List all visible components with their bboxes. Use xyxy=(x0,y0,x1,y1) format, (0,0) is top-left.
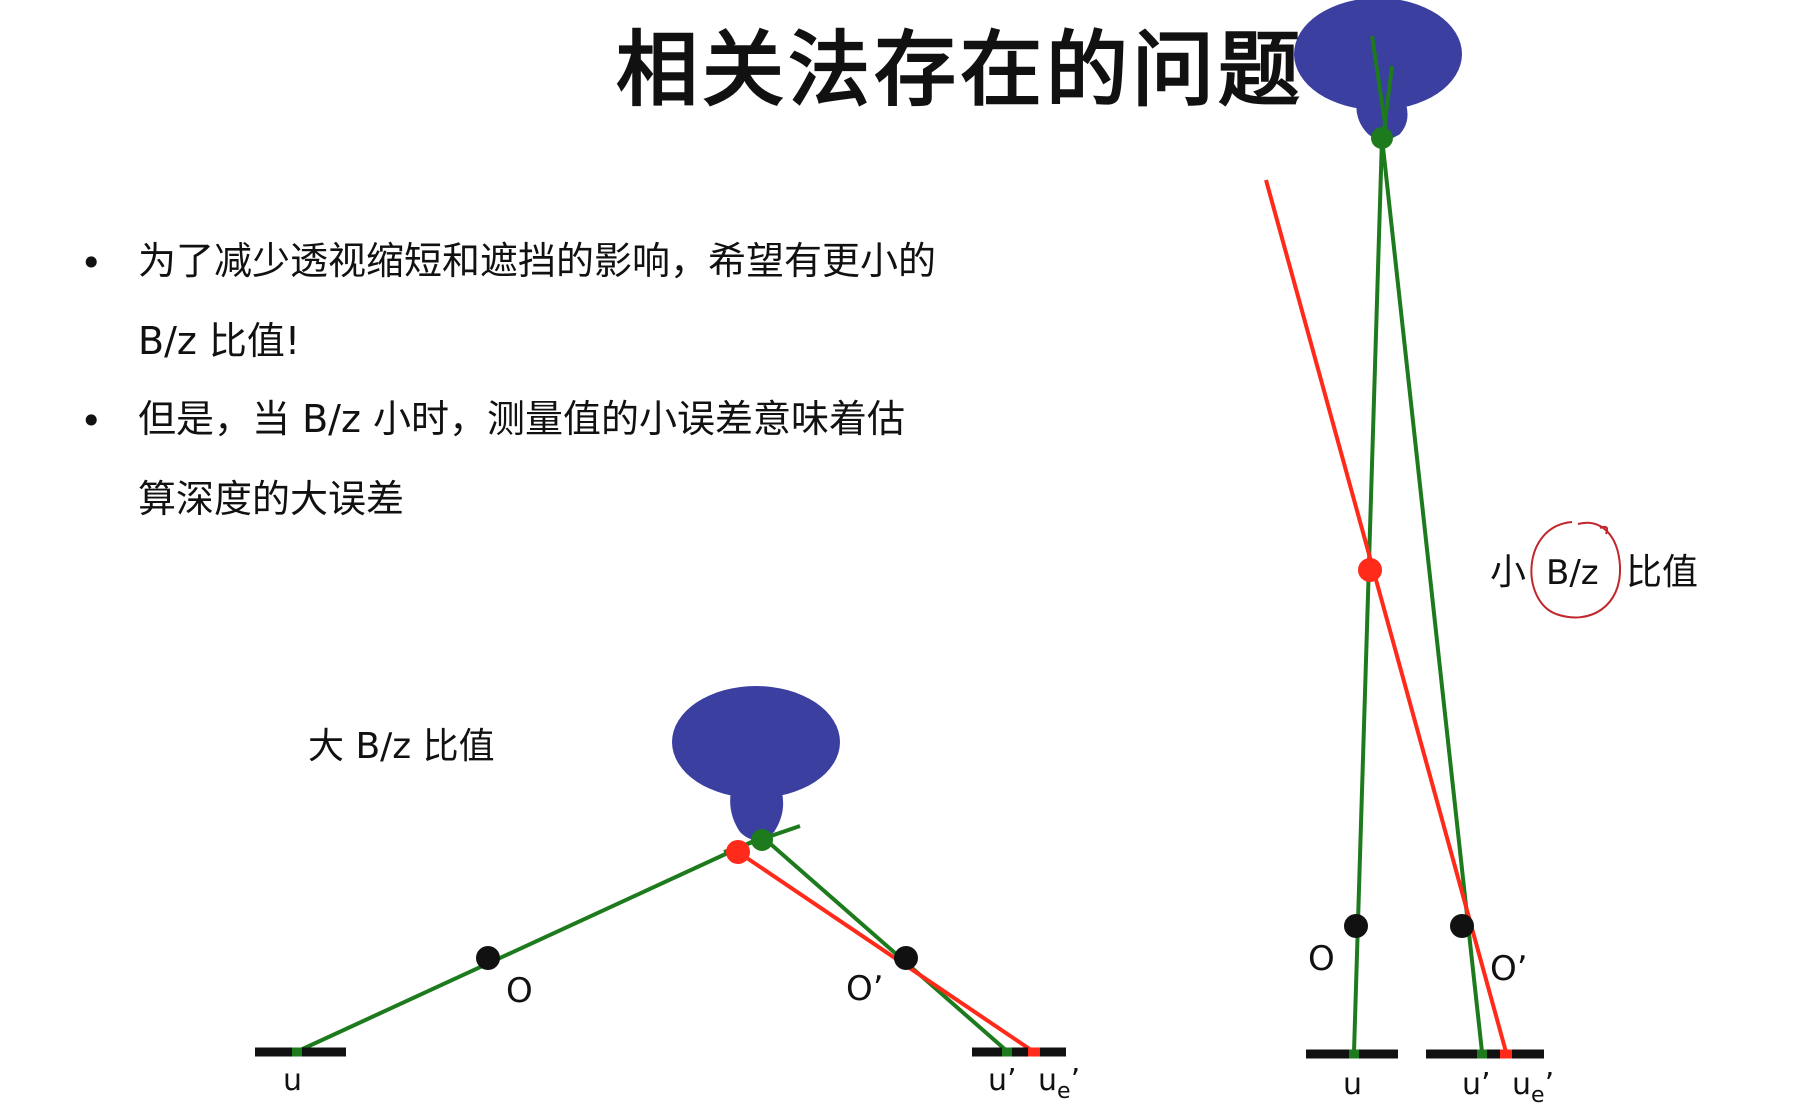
label-ue-tick: ’ xyxy=(1545,1067,1555,1102)
label-ue: ue’ xyxy=(1038,1063,1080,1104)
true-ray-left xyxy=(295,838,757,1054)
label-u-prime: u’ xyxy=(988,1063,1017,1098)
true-ray-right xyxy=(764,838,1010,1054)
label-ue: ue’ xyxy=(1512,1067,1554,1108)
small-baseline-diagram: 小 B/z 比值 O O’ u u’ ue’ xyxy=(1264,0,1698,1108)
small-bz-caption-suffix: 比值 xyxy=(1626,552,1698,593)
label-ue-sub: e xyxy=(1531,1083,1545,1108)
camera-center-right xyxy=(894,946,918,970)
camera-center-left xyxy=(1344,914,1368,938)
scene-object xyxy=(672,686,840,840)
label-o-prime: O’ xyxy=(1490,949,1528,989)
small-bz-caption-ratio: B/z xyxy=(1546,553,1599,593)
small-bz-caption-prefix: 小 xyxy=(1490,552,1526,593)
label-ue-base: u xyxy=(1512,1067,1531,1102)
label-u: u xyxy=(283,1063,302,1098)
label-o: O xyxy=(506,971,533,1011)
large-baseline-diagram: 大 B/z 比值 O O’ u u’ ue’ xyxy=(255,686,1080,1104)
error-ray xyxy=(736,850,1036,1054)
true-3d-point xyxy=(1371,127,1393,149)
camera-center-right xyxy=(1450,914,1474,938)
label-u-prime: u’ xyxy=(1462,1067,1491,1102)
estimated-3d-point xyxy=(726,840,750,864)
label-o-prime: O’ xyxy=(846,969,884,1009)
label-o: O xyxy=(1308,939,1335,979)
label-ue-tick: ’ xyxy=(1071,1063,1081,1098)
camera-center-left xyxy=(476,946,500,970)
label-ue-sub: e xyxy=(1057,1079,1071,1104)
large-bz-caption: 大 B/z 比值 xyxy=(308,726,495,767)
label-ue-base: u xyxy=(1038,1063,1057,1098)
stereo-diagram: 大 B/z 比值 O O’ u u’ ue’ 小 B/z 比值 O O’ u u… xyxy=(255,0,1698,1108)
true-3d-point xyxy=(751,829,773,851)
label-u: u xyxy=(1343,1067,1362,1102)
estimated-3d-point xyxy=(1358,558,1382,582)
